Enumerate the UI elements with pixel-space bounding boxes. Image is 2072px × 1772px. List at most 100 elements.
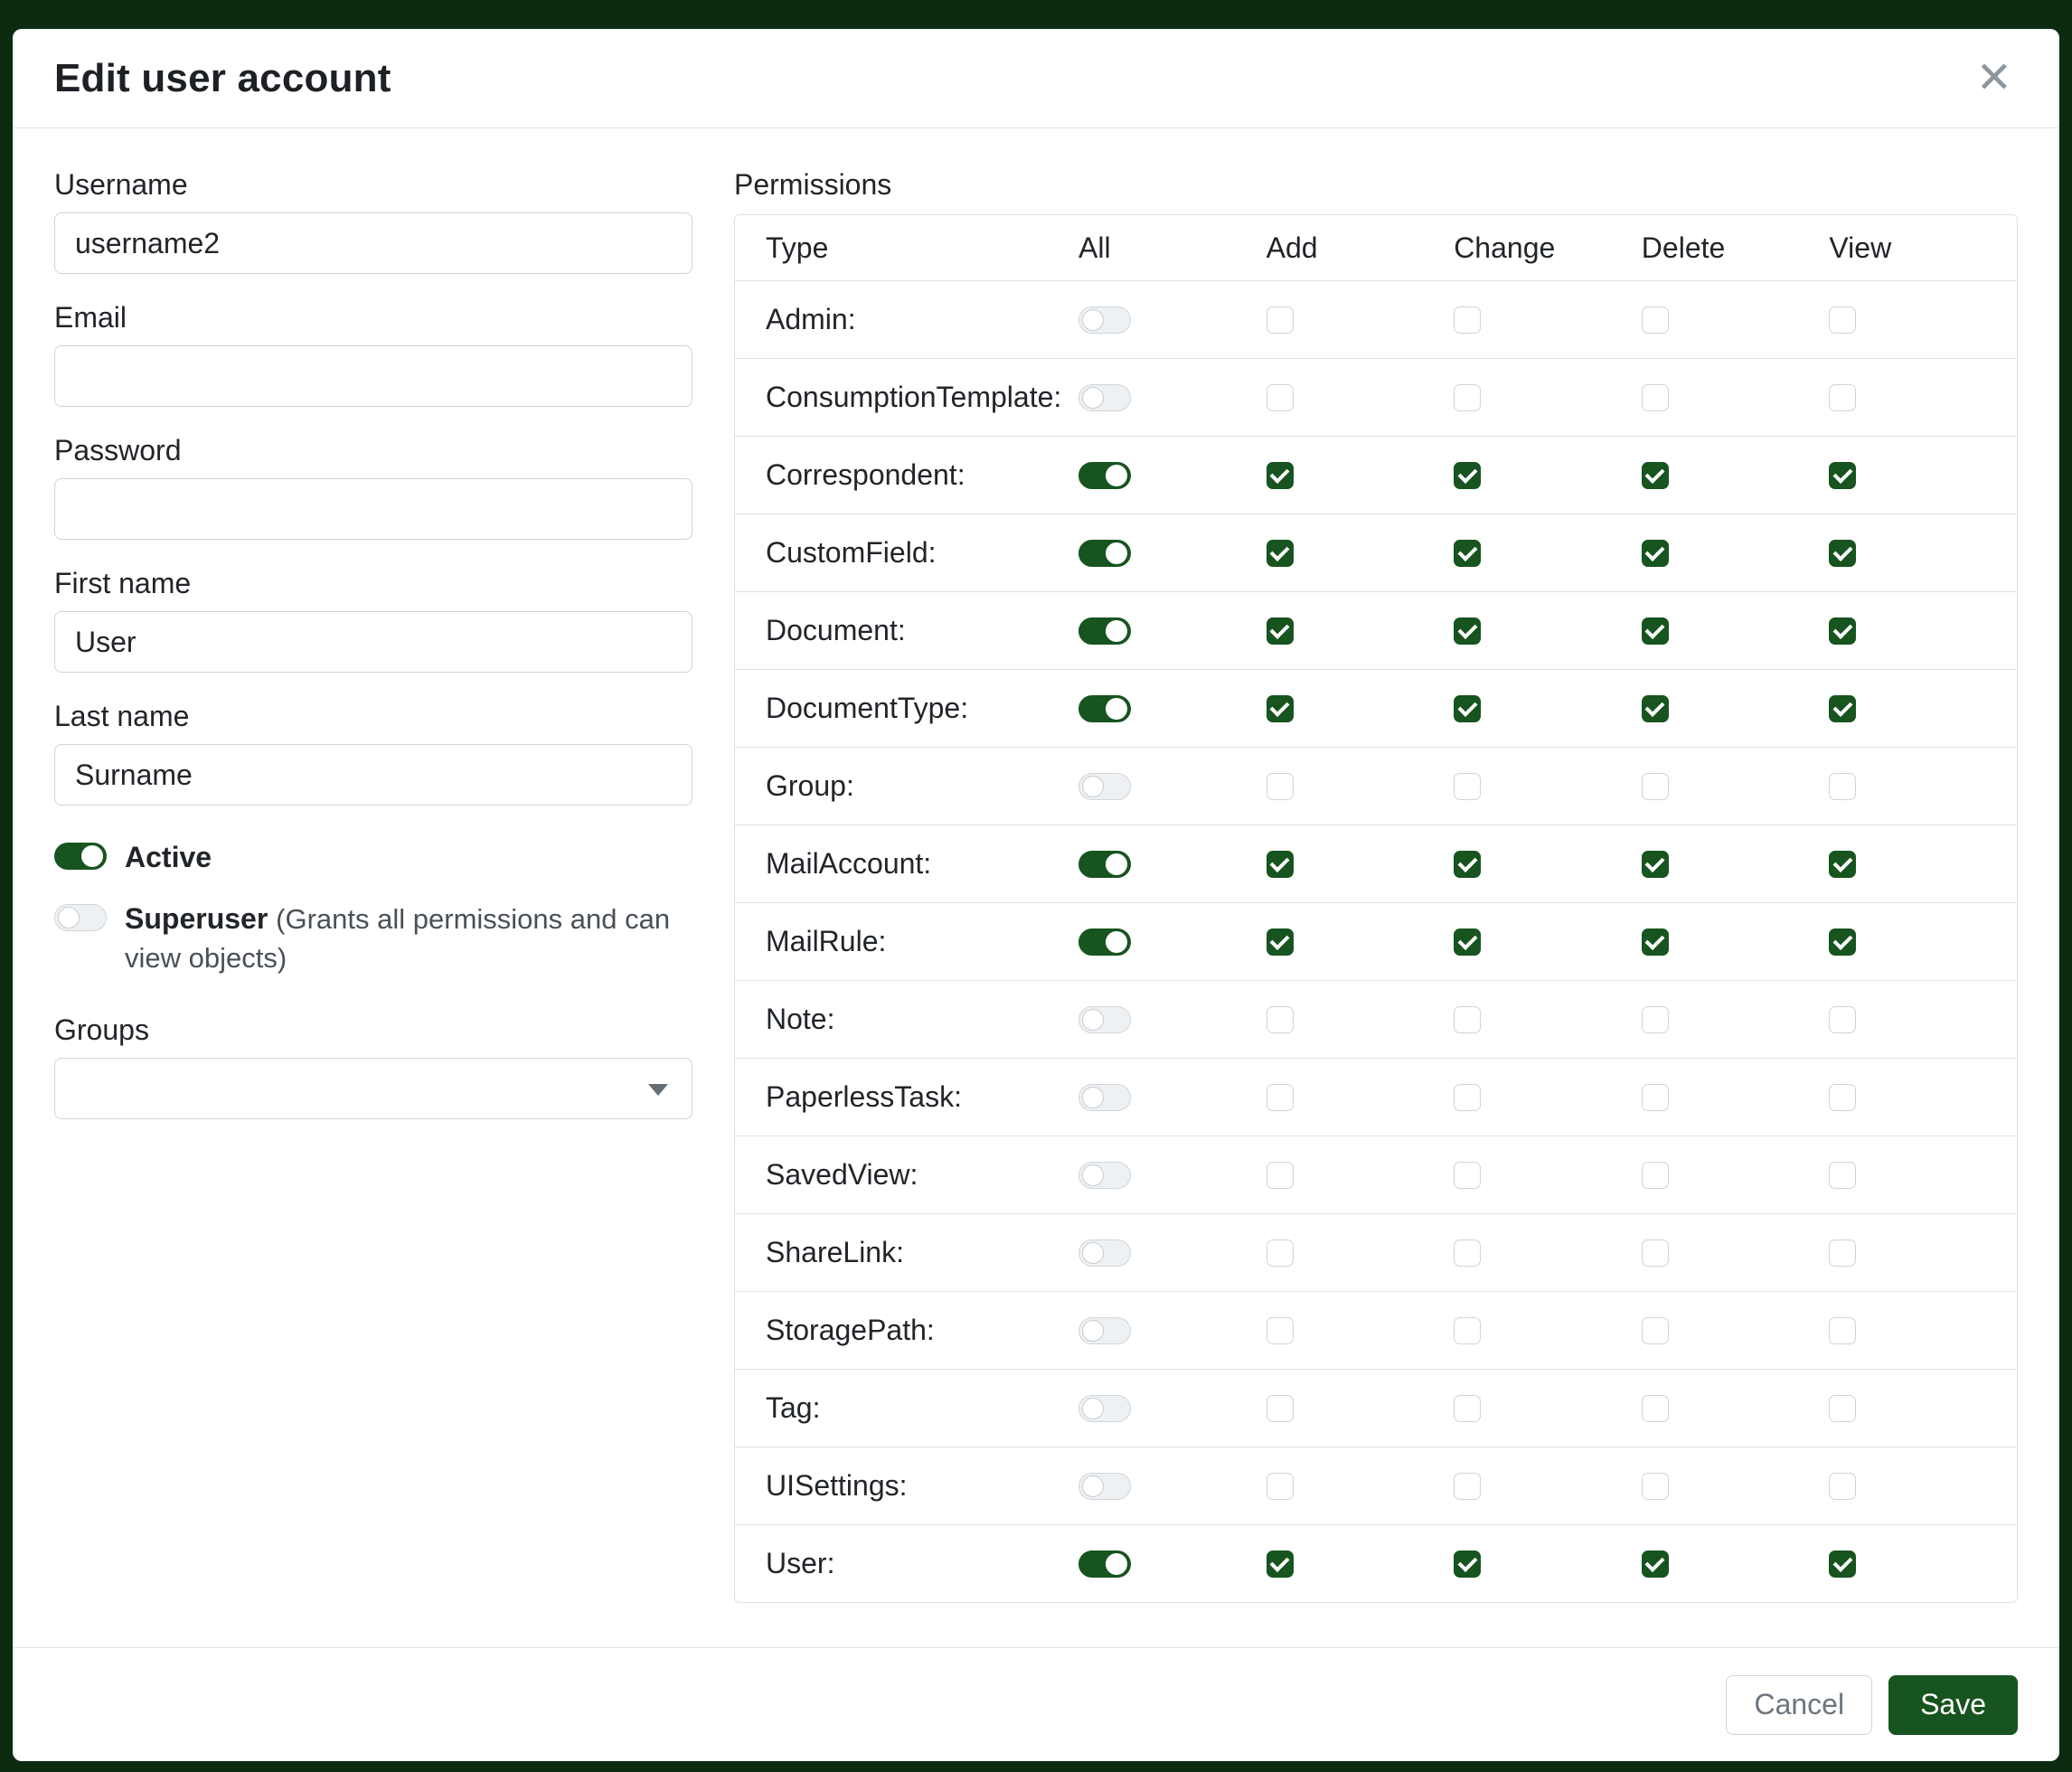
permission-change-checkbox[interactable]	[1454, 1162, 1481, 1189]
permission-delete-checkbox[interactable]	[1642, 1473, 1669, 1500]
permission-view-checkbox[interactable]	[1829, 306, 1856, 334]
permission-change-checkbox[interactable]	[1454, 540, 1481, 567]
permission-all-toggle[interactable]	[1078, 1550, 1131, 1578]
permission-delete-checkbox[interactable]	[1642, 1084, 1669, 1111]
permission-view-checkbox[interactable]	[1829, 1550, 1856, 1578]
permission-add-checkbox[interactable]	[1267, 1006, 1294, 1033]
permission-view-checkbox[interactable]	[1829, 773, 1856, 800]
permission-delete-checkbox[interactable]	[1642, 617, 1669, 645]
permission-all-toggle[interactable]	[1078, 928, 1131, 956]
permission-all-toggle[interactable]	[1078, 1162, 1131, 1189]
permission-delete-checkbox[interactable]	[1642, 1162, 1669, 1189]
permission-all-toggle[interactable]	[1078, 1473, 1131, 1500]
permission-all-toggle[interactable]	[1078, 1006, 1131, 1033]
permission-add-checkbox[interactable]	[1267, 540, 1294, 567]
last-name-field[interactable]	[54, 744, 692, 806]
permission-view-checkbox[interactable]	[1829, 617, 1856, 645]
permission-view-checkbox[interactable]	[1829, 1395, 1856, 1422]
permission-delete-checkbox[interactable]	[1642, 1317, 1669, 1344]
superuser-text: Superuser (Grants all permissions and ca…	[125, 900, 692, 977]
permission-change-checkbox[interactable]	[1454, 384, 1481, 411]
active-toggle[interactable]	[54, 843, 107, 870]
permission-all-toggle[interactable]	[1078, 773, 1131, 800]
permission-change-checkbox[interactable]	[1454, 1006, 1481, 1033]
first-name-field[interactable]	[54, 611, 692, 673]
permission-view-checkbox[interactable]	[1829, 928, 1856, 956]
permission-change-checkbox[interactable]	[1454, 695, 1481, 722]
groups-select[interactable]	[54, 1058, 692, 1119]
permission-change-checkbox[interactable]	[1454, 1473, 1481, 1500]
permission-all-toggle[interactable]	[1078, 1317, 1131, 1344]
save-button[interactable]: Save	[1888, 1675, 2018, 1735]
permission-all-toggle[interactable]	[1078, 1084, 1131, 1111]
permission-delete-checkbox[interactable]	[1642, 1395, 1669, 1422]
permission-view-checkbox[interactable]	[1829, 1317, 1856, 1344]
permission-change-checkbox[interactable]	[1454, 1395, 1481, 1422]
permission-change-checkbox[interactable]	[1454, 773, 1481, 800]
permission-delete-checkbox[interactable]	[1642, 851, 1669, 878]
permission-add-checkbox[interactable]	[1267, 1395, 1294, 1422]
permission-add-checkbox[interactable]	[1267, 1162, 1294, 1189]
permission-change-checkbox[interactable]	[1454, 1084, 1481, 1111]
permission-add-checkbox[interactable]	[1267, 617, 1294, 645]
permission-add-checkbox[interactable]	[1267, 306, 1294, 334]
permission-type-label: StoragePath:	[735, 1314, 1078, 1347]
permission-view-checkbox[interactable]	[1829, 540, 1856, 567]
permission-delete-checkbox[interactable]	[1642, 462, 1669, 489]
permission-add-checkbox[interactable]	[1267, 462, 1294, 489]
permission-view-checkbox[interactable]	[1829, 384, 1856, 411]
permission-change-checkbox[interactable]	[1454, 1239, 1481, 1267]
permission-view-checkbox[interactable]	[1829, 1084, 1856, 1111]
cancel-button[interactable]: Cancel	[1726, 1675, 1872, 1735]
permission-delete-checkbox[interactable]	[1642, 773, 1669, 800]
permission-add-checkbox[interactable]	[1267, 773, 1294, 800]
permission-view-checkbox[interactable]	[1829, 1239, 1856, 1267]
permission-change-checkbox[interactable]	[1454, 1317, 1481, 1344]
permission-add-checkbox[interactable]	[1267, 851, 1294, 878]
permission-all-toggle[interactable]	[1078, 851, 1131, 878]
permission-add-checkbox[interactable]	[1267, 1473, 1294, 1500]
close-icon[interactable]: ✕	[1971, 53, 2018, 104]
permission-all-toggle[interactable]	[1078, 1395, 1131, 1422]
permission-delete-checkbox[interactable]	[1642, 306, 1669, 334]
permission-add-checkbox[interactable]	[1267, 1239, 1294, 1267]
permission-delete-checkbox[interactable]	[1642, 1239, 1669, 1267]
permission-change-checkbox[interactable]	[1454, 617, 1481, 645]
permission-delete-checkbox[interactable]	[1642, 384, 1669, 411]
permission-view-checkbox[interactable]	[1829, 1473, 1856, 1500]
toggle-knob	[1082, 1009, 1104, 1031]
permission-all-toggle[interactable]	[1078, 306, 1131, 334]
permission-view-checkbox[interactable]	[1829, 1162, 1856, 1189]
superuser-toggle[interactable]	[54, 904, 107, 931]
permission-add-checkbox[interactable]	[1267, 1317, 1294, 1344]
email-field[interactable]	[54, 345, 692, 407]
permission-delete-checkbox[interactable]	[1642, 1006, 1669, 1033]
permission-add-checkbox[interactable]	[1267, 928, 1294, 956]
permission-delete-checkbox[interactable]	[1642, 928, 1669, 956]
permission-all-toggle[interactable]	[1078, 462, 1131, 489]
permission-add-checkbox[interactable]	[1267, 1084, 1294, 1111]
permission-view-checkbox[interactable]	[1829, 462, 1856, 489]
permission-change-checkbox[interactable]	[1454, 306, 1481, 334]
permission-all-toggle[interactable]	[1078, 540, 1131, 567]
permission-change-checkbox[interactable]	[1454, 1550, 1481, 1578]
permission-change-checkbox[interactable]	[1454, 928, 1481, 956]
permission-view-checkbox[interactable]	[1829, 695, 1856, 722]
permission-all-toggle[interactable]	[1078, 384, 1131, 411]
permission-change-checkbox[interactable]	[1454, 462, 1481, 489]
permission-delete-checkbox[interactable]	[1642, 540, 1669, 567]
password-field[interactable]	[54, 478, 692, 540]
permission-view-checkbox[interactable]	[1829, 851, 1856, 878]
permission-add-checkbox[interactable]	[1267, 1550, 1294, 1578]
permission-view-checkbox[interactable]	[1829, 1006, 1856, 1033]
permission-all-toggle[interactable]	[1078, 617, 1131, 645]
permission-all-toggle[interactable]	[1078, 695, 1131, 722]
permission-all-toggle[interactable]	[1078, 1239, 1131, 1267]
permission-delete-checkbox[interactable]	[1642, 695, 1669, 722]
permission-change-checkbox[interactable]	[1454, 851, 1481, 878]
username-input[interactable]	[54, 212, 692, 274]
permission-add-checkbox[interactable]	[1267, 384, 1294, 411]
toggle-knob	[1082, 1475, 1104, 1497]
permission-add-checkbox[interactable]	[1267, 695, 1294, 722]
permission-delete-checkbox[interactable]	[1642, 1550, 1669, 1578]
